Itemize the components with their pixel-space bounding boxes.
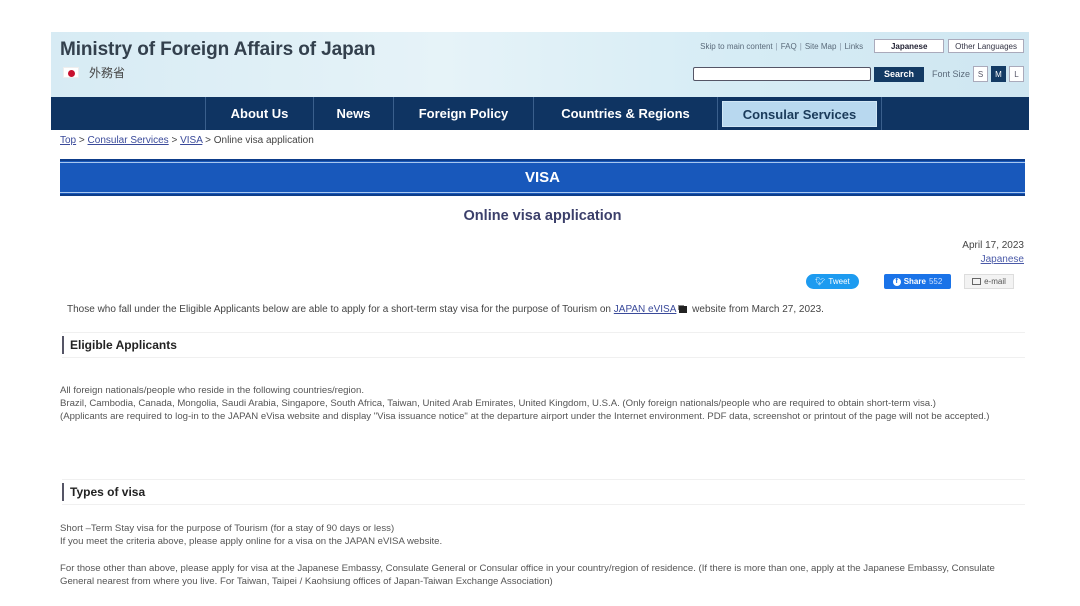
font-size-medium-button[interactable]: M	[991, 66, 1006, 82]
section-heading-eligible-applicants: Eligible Applicants	[62, 332, 1025, 358]
nav-news[interactable]: News	[313, 97, 393, 130]
envelope-icon	[972, 278, 982, 285]
share-row: 🐦︎ Tweet f Share 552 e-mail	[0, 274, 1080, 290]
eligible-applicants-text: All foreign nationals/people who reside …	[60, 385, 990, 423]
japan-flag-icon	[63, 67, 79, 78]
search-row: Search Font Size S M L	[692, 66, 1024, 82]
utility-links: Skip to main content | FAQ | Site Map | …	[697, 39, 1024, 53]
japan-evisa-link[interactable]: JAPAN eVISA	[614, 304, 677, 315]
breadcrumb-visa[interactable]: VISA	[180, 135, 202, 146]
intro-text: Those who fall under the Eligible Applic…	[67, 304, 824, 315]
font-size-large-button[interactable]: L	[1009, 66, 1024, 82]
twitter-bird-icon: 🐦︎	[815, 277, 826, 286]
japanese-version-link[interactable]: Japanese	[981, 254, 1024, 265]
breadcrumb-top[interactable]: Top	[60, 135, 76, 146]
share-count: 552	[928, 277, 943, 286]
facebook-icon: f	[892, 277, 901, 286]
facebook-share-button[interactable]: f Share 552	[884, 274, 951, 289]
nav-consular-services[interactable]: Consular Services	[717, 97, 881, 130]
tweet-button[interactable]: 🐦︎ Tweet	[806, 274, 859, 289]
japanese-language-button[interactable]: Japanese	[874, 39, 945, 53]
site-map-link[interactable]: Site Map	[805, 42, 837, 51]
nav-foreign-policy[interactable]: Foreign Policy	[393, 97, 533, 130]
breadcrumb: Top > Consular Services > VISA > Online …	[60, 135, 314, 146]
breadcrumb-current: Online visa application	[213, 135, 314, 146]
site-subtitle-text: 外務省	[89, 66, 126, 80]
nav-about-us[interactable]: About Us	[205, 97, 313, 130]
breadcrumb-consular-services[interactable]: Consular Services	[88, 135, 169, 146]
page-title: Online visa application	[463, 208, 622, 224]
other-languages-button[interactable]: Other Languages	[948, 39, 1024, 53]
main-nav: About Us News Foreign Policy Countries &…	[51, 97, 1029, 130]
publish-date: April 17, 2023	[962, 240, 1024, 251]
visa-banner: VISA	[60, 159, 1025, 196]
other-applicants-text: For those other than above, please apply…	[60, 563, 995, 588]
nav-consular-services-label: Consular Services	[722, 101, 877, 127]
visa-banner-title: VISA	[524, 169, 560, 186]
types-of-visa-text: Short –Term Stay visa for the purpose of…	[60, 523, 443, 548]
search-input[interactable]	[692, 67, 871, 81]
links-link[interactable]: Links	[844, 42, 863, 51]
external-link-icon	[679, 306, 688, 313]
site-subtitle: 外務省	[63, 64, 125, 81]
site-title[interactable]: Ministry of Foreign Affairs of Japan	[60, 39, 376, 61]
search-button[interactable]: Search	[873, 66, 924, 82]
faq-link[interactable]: FAQ	[781, 42, 797, 51]
site-header: Ministry of Foreign Affairs of Japan 外務省…	[51, 32, 1029, 97]
section-heading-types-of-visa: Types of visa	[62, 479, 1025, 505]
skip-link[interactable]: Skip to main content	[700, 42, 772, 51]
nav-countries-regions[interactable]: Countries & Regions	[533, 97, 717, 130]
email-button[interactable]: e-mail	[964, 274, 1014, 289]
font-size-small-button[interactable]: S	[973, 66, 988, 82]
font-size-label: Font Size	[931, 69, 970, 79]
